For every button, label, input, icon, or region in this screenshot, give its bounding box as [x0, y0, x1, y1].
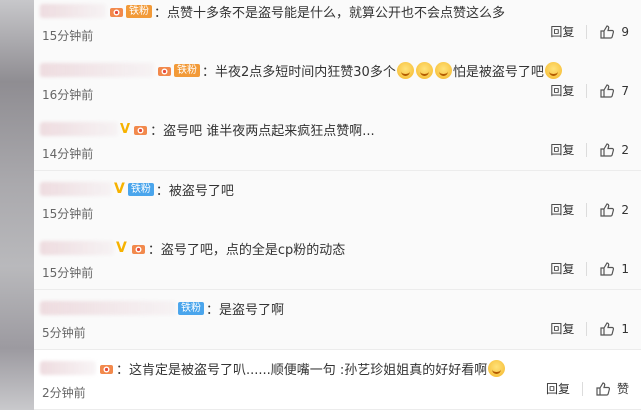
vip-crown-icon: [108, 4, 125, 19]
verified-v-icon: V: [120, 121, 131, 137]
fan-badge: 铁粉: [174, 63, 200, 77]
comment-time: 14分钟前: [42, 147, 94, 161]
vip-crown-icon: [132, 122, 149, 137]
comment-time: 16分钟前: [42, 88, 94, 102]
verified-v-icon: V: [114, 181, 125, 197]
like-count: 9: [621, 24, 629, 39]
weibo-comment-page: 铁粉 ：点赞十多条不是盗号能是什么，就算公开也不会点赞这么多 15分钟前 回复 …: [0, 0, 641, 410]
thumbs-up-icon: [600, 321, 615, 336]
like-button[interactable]: 2: [599, 202, 629, 218]
vip-crown-icon: [156, 63, 173, 78]
like-count: 2: [621, 142, 629, 157]
comment-item: 铁粉 ：点赞十多条不是盗号能是什么，就算公开也不会点赞这么多 15分钟前 回复 …: [34, 0, 641, 53]
comment-line: 铁粉 ：点赞十多条不是盗号能是什么，就算公开也不会点赞这么多: [40, 1, 505, 21]
vip-crown-icon: [98, 361, 115, 376]
divider: [586, 24, 588, 39]
comment-line: V ：盗号了吧，点的全是cp粉的动态: [40, 238, 345, 258]
like-button[interactable]: 赞: [595, 380, 629, 397]
divider: [586, 261, 588, 276]
comment-text: ：盗号了吧，点的全是cp粉的动态: [147, 242, 346, 258]
comment-text: ：点赞十多条不是盗号能是什么，就算公开也不会点赞这么多: [154, 5, 506, 21]
like-button[interactable]: 2: [599, 142, 629, 158]
thumbs-up-icon: [600, 142, 615, 157]
smile-emoji-icon: [434, 61, 452, 79]
comment-time: 2分钟前: [42, 386, 86, 400]
thumbs-up-icon: [600, 24, 615, 39]
reply-button[interactable]: 回复: [550, 23, 574, 40]
verified-v-icon: V: [116, 240, 127, 256]
thumbs-up-icon: [600, 261, 615, 276]
comment-time: 5分钟前: [42, 326, 86, 340]
divider: [586, 142, 588, 157]
comment-actions: 回复 1: [550, 260, 629, 277]
like-count: 1: [621, 321, 629, 336]
comment-line: 铁粉 ：是盗号了啊: [40, 298, 284, 318]
username[interactable]: [40, 241, 114, 255]
like-button[interactable]: 1: [599, 261, 629, 277]
divider: [586, 83, 588, 98]
thumbs-up-icon: [600, 83, 615, 98]
comment-text: ：是盗号了啊: [206, 302, 285, 318]
avatar-column: [0, 0, 34, 410]
comment-line: 铁粉 ：半夜2点多短时间内狂赞30多个 怕是被盗号了吧: [40, 60, 563, 80]
comment-item: 铁粉 ：半夜2点多短时间内狂赞30多个 怕是被盗号了吧 16分钟前 回复 7: [34, 52, 641, 112]
reply-button[interactable]: 回复: [550, 201, 574, 218]
comment-time: 15分钟前: [42, 207, 94, 221]
comment-list: 铁粉 ：点赞十多条不是盗号能是什么，就算公开也不会点赞这么多 15分钟前 回复 …: [34, 0, 641, 410]
divider: [581, 381, 583, 396]
thumbs-up-icon: [596, 381, 611, 396]
comment-text: 怕是被盗号了吧: [452, 64, 544, 80]
vip-crown-icon: [130, 241, 147, 256]
comment-actions: 回复 7: [550, 82, 629, 99]
thumbs-up-icon: [600, 202, 615, 217]
like-button[interactable]: 9: [599, 24, 629, 40]
comment-line: ：这肯定是被盗号了叭......顺便嘴一句 :孙艺珍姐姐真的好好看啊: [40, 358, 506, 378]
comment-text: ：这肯定是被盗号了叭......顺便嘴一句 :孙艺珍姐姐真的好好看啊: [116, 362, 488, 378]
comment-time: 15分钟前: [42, 29, 94, 43]
divider: [586, 321, 588, 336]
username[interactable]: [40, 63, 154, 77]
comment-line: V ：盗号吧 谁半夜两点起来疯狂点赞啊...: [40, 119, 375, 139]
comment-text: ：盗号吧 谁半夜两点起来疯狂点赞啊...: [150, 123, 375, 139]
laugh-cry-emoji-icon: [544, 61, 562, 79]
comment-item: 铁粉 ：是盗号了啊 5分钟前 回复 1: [34, 290, 641, 350]
comment-text: ：半夜2点多短时间内狂赞30多个: [202, 64, 396, 80]
divider: [586, 202, 588, 217]
comment-actions: 回复 9: [550, 23, 629, 40]
comment-item: V ：盗号吧 谁半夜两点起来疯狂点赞啊... 14分钟前 回复 2: [34, 111, 641, 171]
comment-item: ：这肯定是被盗号了叭......顺便嘴一句 :孙艺珍姐姐真的好好看啊 2分钟前 …: [34, 350, 641, 410]
username[interactable]: [40, 4, 106, 18]
username[interactable]: [40, 301, 176, 315]
smile-emoji-icon: [396, 61, 414, 79]
like-button[interactable]: 7: [599, 83, 629, 99]
fan-badge: 铁粉: [178, 301, 204, 315]
comment-text: ：被盗号了吧: [155, 183, 234, 199]
reply-button[interactable]: 回复: [550, 320, 574, 337]
smile-emoji-icon: [415, 61, 433, 79]
comment-actions: 回复 赞: [546, 380, 629, 397]
reply-button[interactable]: 回复: [550, 260, 574, 277]
like-count: 7: [621, 83, 629, 98]
fan-badge: 铁粉: [127, 182, 154, 196]
reply-button[interactable]: 回复: [550, 82, 574, 99]
comment-actions: 回复 2: [550, 141, 629, 158]
comment-actions: 回复 2: [550, 201, 629, 218]
username[interactable]: [40, 182, 112, 196]
like-button[interactable]: 1: [599, 321, 629, 337]
comment-item: V 铁粉 ：被盗号了吧 15分钟前 回复 2: [34, 171, 641, 231]
username[interactable]: [40, 361, 96, 375]
like-count: 1: [621, 261, 629, 276]
reply-button[interactable]: 回复: [550, 141, 574, 158]
like-count: 2: [621, 202, 629, 217]
blush-emoji-icon: [488, 359, 506, 377]
comment-item: V ：盗号了吧，点的全是cp粉的动态 15分钟前 回复 1: [34, 230, 641, 290]
comment-line: V 铁粉 ：被盗号了吧: [40, 179, 234, 199]
comment-actions: 回复 1: [550, 320, 629, 337]
reply-button[interactable]: 回复: [546, 380, 570, 397]
username[interactable]: [40, 122, 118, 136]
fan-badge: 铁粉: [126, 4, 152, 18]
comment-time: 15分钟前: [42, 266, 94, 280]
like-label: 赞: [616, 382, 629, 396]
